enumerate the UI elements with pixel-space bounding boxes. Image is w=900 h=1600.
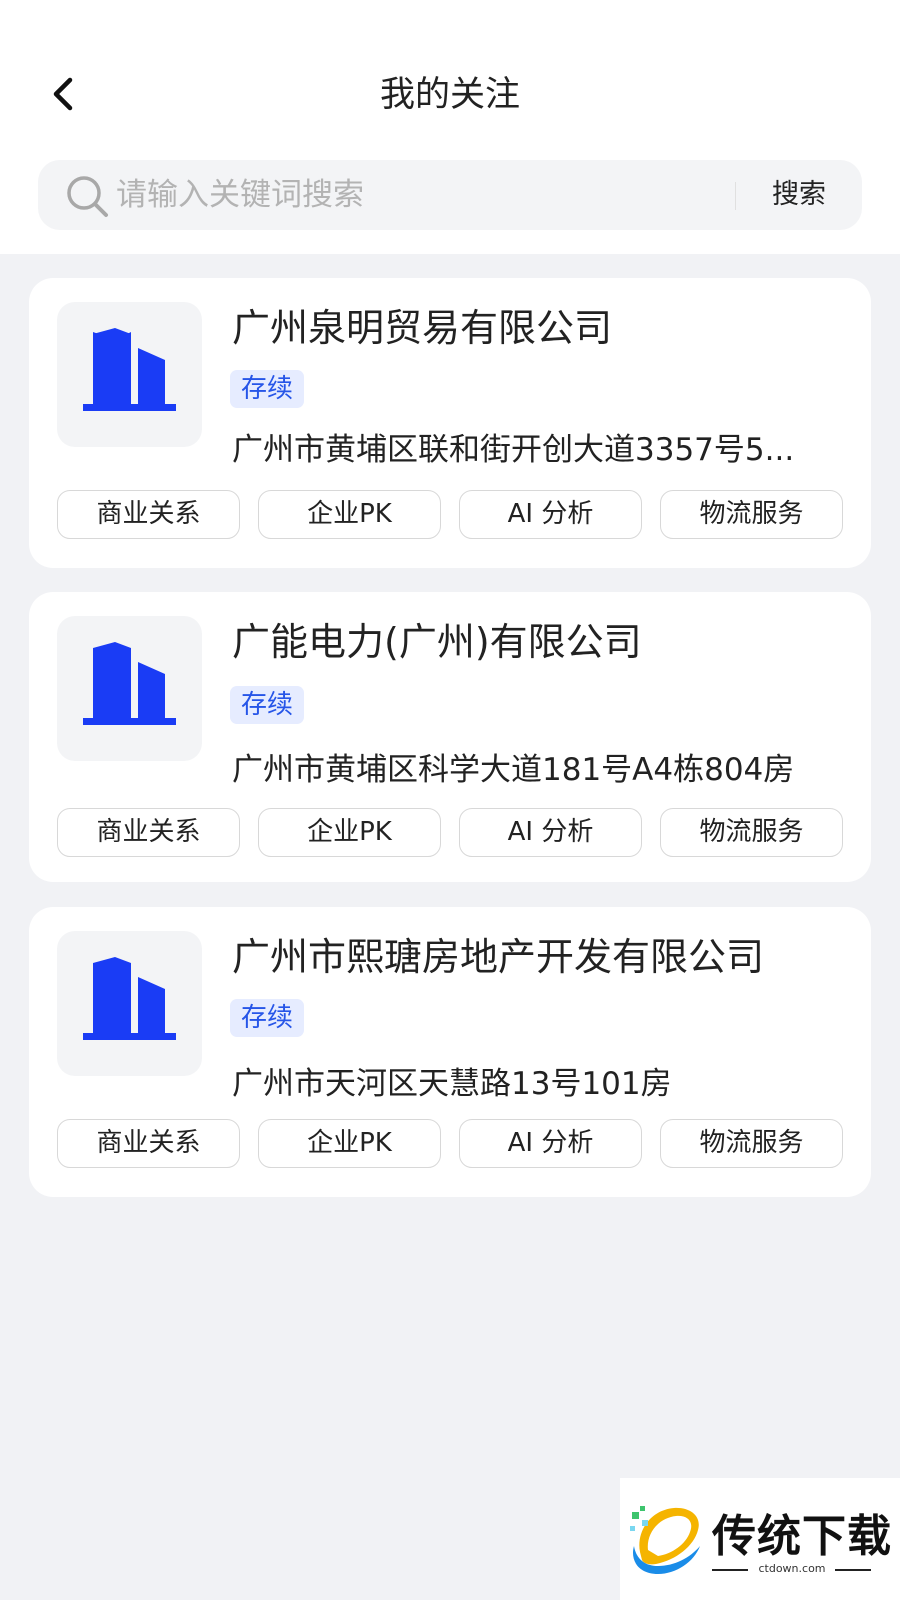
- company-name[interactable]: 广能电力(广州)有限公司: [232, 614, 642, 670]
- ai-analysis-button[interactable]: AI 分析: [459, 1119, 642, 1168]
- building-icon: [83, 328, 176, 411]
- page-title: 我的关注: [379, 75, 520, 115]
- logistics-service-button[interactable]: 物流服务: [660, 1119, 843, 1168]
- company-logo: [57, 931, 202, 1076]
- company-address: 广州市黄埔区科学大道181号A4栋804房: [232, 752, 795, 788]
- company-name[interactable]: 广州泉明贸易有限公司: [232, 300, 612, 356]
- search-divider: [735, 182, 736, 210]
- search-input[interactable]: [116, 171, 716, 219]
- watermark-rule-right: [835, 1569, 871, 1571]
- status-badge: 存续: [230, 370, 305, 408]
- search-button[interactable]: 搜索: [753, 171, 845, 219]
- logistics-service-button[interactable]: 物流服务: [660, 808, 843, 857]
- ai-analysis-button[interactable]: AI 分析: [459, 808, 642, 857]
- business-relation-button[interactable]: 商业关系: [57, 808, 240, 857]
- company-card[interactable]: 广州市熙瑭房地产开发有限公司 存续 广州市天河区天慧路13号101房 商业关系 …: [29, 907, 871, 1197]
- company-card[interactable]: 广州泉明贸易有限公司 存续 广州市黄埔区联和街开创大道3357号5... 商业关…: [29, 278, 871, 568]
- action-row: 商业关系 企业PK AI 分析 物流服务: [57, 1119, 843, 1168]
- building-icon: [83, 957, 176, 1040]
- company-card[interactable]: 广能电力(广州)有限公司 存续 广州市黄埔区科学大道181号A4栋804房 商业…: [29, 592, 871, 882]
- business-relation-button[interactable]: 商业关系: [57, 490, 240, 539]
- action-row: 商业关系 企业PK AI 分析 物流服务: [57, 490, 843, 539]
- watermark: 传统下载 ctdown.com: [620, 1478, 900, 1600]
- company-logo: [57, 616, 202, 761]
- company-pk-button[interactable]: 企业PK: [258, 808, 441, 857]
- logistics-service-button[interactable]: 物流服务: [660, 490, 843, 539]
- company-pk-button[interactable]: 企业PK: [258, 1119, 441, 1168]
- company-pk-button[interactable]: 企业PK: [258, 490, 441, 539]
- search-icon: [67, 176, 108, 217]
- ai-analysis-button[interactable]: AI 分析: [459, 490, 642, 539]
- company-logo: [57, 302, 202, 447]
- building-icon: [83, 642, 176, 725]
- search-bar: 搜索: [38, 160, 862, 230]
- watermark-logo-icon: [630, 1506, 700, 1574]
- company-name[interactable]: 广州市熙瑭房地产开发有限公司: [232, 929, 764, 985]
- company-address: 广州市天河区天慧路13号101房: [232, 1066, 672, 1102]
- company-address: 广州市黄埔区联和街开创大道3357号5...: [232, 432, 795, 468]
- action-row: 商业关系 企业PK AI 分析 物流服务: [57, 808, 843, 857]
- status-badge: 存续: [230, 686, 305, 724]
- business-relation-button[interactable]: 商业关系: [57, 1119, 240, 1168]
- watermark-brand: 传统下载: [712, 1511, 892, 1562]
- status-badge: 存续: [230, 999, 305, 1037]
- header: 我的关注 搜索: [0, 0, 900, 254]
